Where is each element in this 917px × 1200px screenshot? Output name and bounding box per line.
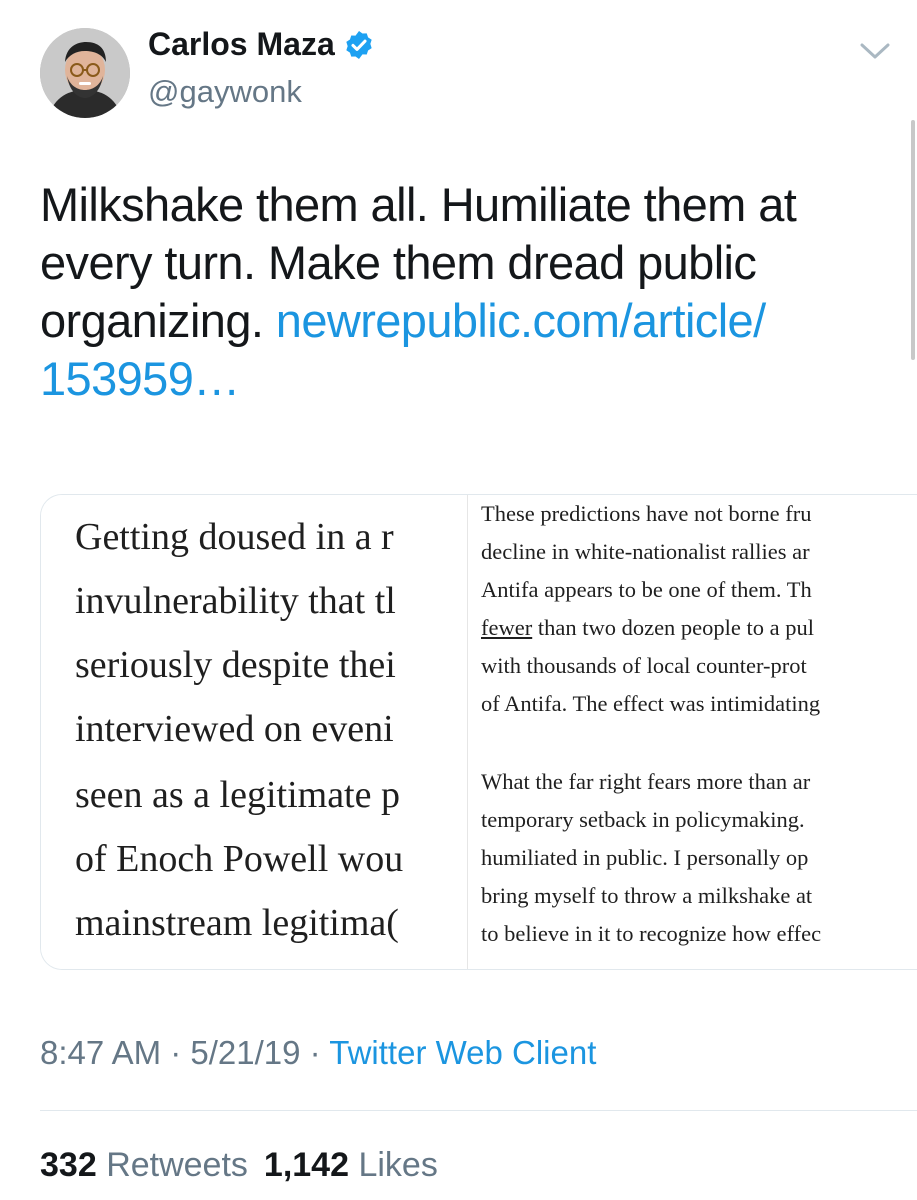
retweets-label: Retweets [106, 1146, 248, 1184]
avatar-icon [40, 28, 130, 118]
image-text-line: seriously despite thei [75, 644, 396, 686]
author-name[interactable]: Carlos Maza [148, 26, 375, 63]
image-text-line: of Antifa. The effect was intimidating [481, 691, 821, 716]
scrollbar[interactable] [911, 120, 915, 360]
tweet-time[interactable]: 8:47 AM [40, 1034, 161, 1071]
meta-separator: · [161, 1034, 191, 1071]
media-image-right[interactable]: These predictions have not borne fru dec… [471, 495, 917, 969]
image-text-line: interviewed on eveni [75, 708, 394, 750]
author-display-name[interactable]: Carlos Maza [148, 26, 335, 63]
likes-count: 1,142 [263, 1146, 350, 1184]
image-text-line: humiliated in public. I personally op [481, 845, 809, 870]
image-text-line: Getting doused in a r [75, 516, 394, 558]
image-text-line: temporary setback in policymaking. [481, 807, 805, 832]
image-text-line: fewer than two dozen people to a pul [481, 615, 814, 641]
verified-badge-icon [346, 30, 372, 59]
author-handle[interactable]: @gaywonk [148, 74, 302, 110]
image-text-line: invulnerability that tl [75, 580, 396, 622]
likes-stat[interactable]: 1,142 Likes [264, 1146, 438, 1184]
image-text-line: of Enoch Powell wou [75, 838, 404, 880]
tweet-text: Milkshake them all. Humiliate them at ev… [40, 176, 890, 408]
retweets-stat[interactable]: 332 Retweets [40, 1146, 248, 1184]
tweet-meta: 8:47 AM · 5/21/19 · Twitter Web Client [40, 1034, 596, 1072]
image-text-line: What the far right fears more than ar [481, 769, 811, 794]
chevron-down-icon[interactable] [858, 40, 892, 62]
divider [40, 1110, 917, 1111]
meta-separator: · [300, 1034, 330, 1071]
image-text-span: than two dozen people to a pul [532, 615, 815, 640]
image-text-line: These predictions have not borne fru [481, 501, 812, 526]
tweet-date[interactable]: 5/21/19 [190, 1034, 300, 1071]
retweets-count: 332 [40, 1146, 97, 1184]
image-text-line: mainstream legitima( [75, 902, 399, 944]
image-text-line: with thousands of local counter-prot [481, 653, 807, 678]
underlined-word: fewer [481, 615, 533, 640]
tweet-detail: Carlos Maza @gaywonk Milkshake them all.… [0, 0, 917, 1200]
tweet-stats: 332 Retweets 1,142 Likes [40, 1146, 438, 1185]
image-text-line: to believe in it to recognize how effec [481, 921, 822, 946]
image-text-line: Antifa appears to be one of them. Th [481, 577, 812, 602]
image-text-line: bring myself to throw a milkshake at [481, 883, 813, 908]
tweet-source[interactable]: Twitter Web Client [329, 1034, 596, 1071]
image-text-line: decline in white-nationalist rallies ar [481, 539, 810, 564]
media-image-left[interactable]: Getting doused in a r invulnerability th… [41, 495, 467, 969]
avatar[interactable] [40, 28, 130, 118]
image-text-line: seen as a legitimate p [75, 774, 400, 816]
likes-label: Likes [358, 1146, 438, 1184]
media-grid: Getting doused in a r invulnerability th… [40, 494, 917, 970]
